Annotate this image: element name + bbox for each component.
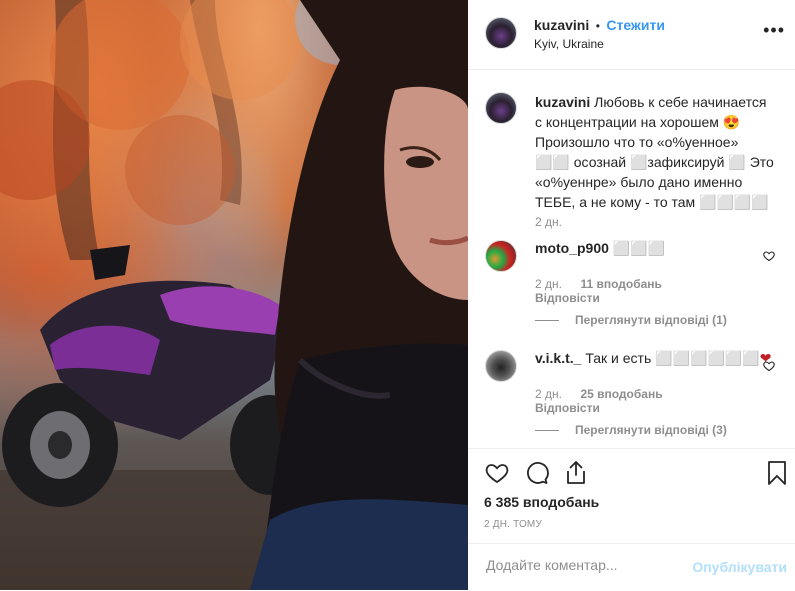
comment-text: ⬜⬜⬜ (612, 240, 666, 256)
bookmark-icon[interactable] (767, 460, 787, 486)
header-line: kuzavini • Стежити (534, 17, 665, 35)
location-link[interactable]: Kyiv, Ukraine (534, 37, 604, 51)
more-options-icon[interactable]: ••• (763, 21, 785, 39)
caption: kuzavini Любовь к себе начинается с конц… (535, 92, 775, 212)
comment-row: v.i.k.t._ Так и есть ⬜⬜⬜⬜⬜⬜❤ (535, 350, 771, 367)
comment-age[interactable]: 2 дн. (535, 277, 562, 291)
caption-avatar[interactable] (485, 92, 517, 124)
add-comment-bar: Опублікувати (468, 543, 795, 591)
comment-avatar[interactable] (485, 240, 517, 272)
view-replies-label: Переглянути відповіді (3) (575, 423, 727, 437)
comment-age[interactable]: 2 дн. (535, 387, 562, 401)
reply-button[interactable]: Відповісти (535, 401, 600, 415)
view-replies-button[interactable]: Переглянути відповіді (1) (535, 313, 727, 327)
follow-button[interactable]: Стежити (606, 17, 665, 33)
comment-icon[interactable] (525, 461, 549, 485)
author-username[interactable]: kuzavini (534, 17, 589, 33)
post-side-panel: kuzavini • Стежити Kyiv, Ukraine ••• kuz… (468, 0, 795, 590)
post-comment-button[interactable]: Опублікувати (692, 559, 787, 575)
author-avatar[interactable] (485, 17, 517, 49)
comment-text: Так и есть ⬜⬜⬜⬜⬜⬜❤ (585, 350, 772, 366)
post-timestamp[interactable]: 2 дн. тому (484, 519, 542, 530)
caption-text: Любовь к себе начинается с концентрации … (535, 94, 774, 210)
likes-count[interactable]: 6 385 вподобань (484, 494, 599, 510)
comment-avatar[interactable] (485, 350, 517, 382)
view-replies-button[interactable]: Переглянути відповіді (3) (535, 423, 727, 437)
comment-likes[interactable]: 25 вподобань (580, 387, 662, 401)
post-actions: 6 385 вподобань 2 дн. тому (468, 448, 795, 544)
like-heart-icon[interactable] (484, 461, 510, 485)
post-photo[interactable] (0, 0, 468, 590)
divider-line (535, 319, 559, 321)
comment-username[interactable]: v.i.k.t._ (535, 350, 581, 366)
photo-illustration (0, 0, 468, 590)
caption-username[interactable]: kuzavini (535, 94, 590, 110)
post-header: kuzavini • Стежити Kyiv, Ukraine ••• (468, 0, 795, 70)
comment-row: moto_p900 ⬜⬜⬜ (535, 240, 665, 257)
comment-input[interactable] (484, 556, 688, 574)
separator-dot: • (595, 19, 600, 33)
comment-likes[interactable]: 11 вподобань (580, 277, 661, 291)
comment-like-icon[interactable] (763, 360, 775, 372)
caption-age[interactable]: 2 дн. (535, 215, 562, 229)
reply-button[interactable]: Відповісти (535, 291, 600, 305)
divider-line (535, 429, 559, 431)
share-icon[interactable] (565, 460, 587, 485)
comment-username[interactable]: moto_p900 (535, 240, 609, 256)
post-modal: kuzavini • Стежити Kyiv, Ukraine ••• kuz… (0, 0, 795, 590)
view-replies-label: Переглянути відповіді (1) (575, 313, 727, 327)
comments-list: kuzavini Любовь к себе начинается с конц… (468, 70, 795, 448)
comment-like-icon[interactable] (763, 250, 775, 262)
